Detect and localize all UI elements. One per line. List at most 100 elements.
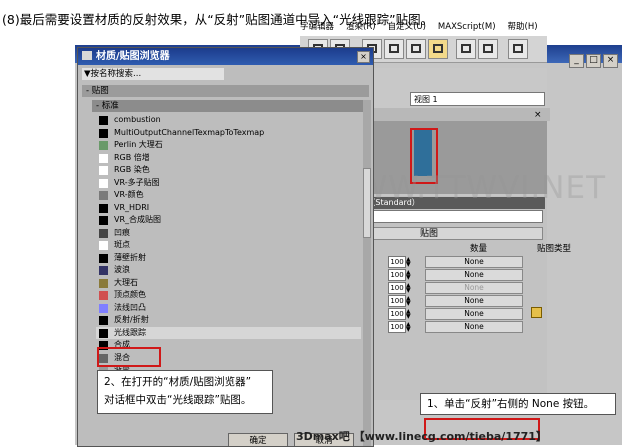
maximize-icon[interactable]: □ xyxy=(586,54,601,68)
amount-spinner[interactable]: 100 xyxy=(388,321,406,333)
map-swatch-icon xyxy=(99,153,108,163)
menu-item[interactable]: 字编辑器 xyxy=(300,22,334,32)
map-type-label: 薄壁折射 xyxy=(114,252,146,262)
view-dropdown[interactable]: 视图 1 xyxy=(410,92,545,106)
map-none-button[interactable]: None xyxy=(425,256,523,268)
spinner-arrows-icon[interactable]: ▲ ▼ xyxy=(406,257,411,268)
map-type-label: 反射/折射 xyxy=(114,315,149,324)
map-type-item[interactable]: Perlin 大理石 xyxy=(96,139,361,152)
map-swatch-icon xyxy=(99,141,108,150)
step2-line2: 对话框中双击“光线跟踪”贴图。 xyxy=(104,394,252,406)
map-swatch-icon xyxy=(99,278,108,288)
standard-group-header[interactable]: - 标准 xyxy=(92,100,363,112)
close-icon[interactable]: × xyxy=(534,110,542,120)
map-type-item[interactable]: MultiOutputChannelTexmapToTexmap xyxy=(96,127,361,140)
map-type-label: VR-多子贴图 xyxy=(114,177,160,187)
map-type-item[interactable]: 斑点 xyxy=(96,239,361,252)
amount-spinner[interactable]: 100 xyxy=(388,256,406,268)
map-swatch-icon xyxy=(99,303,108,313)
map-none-button[interactable]: None xyxy=(425,321,523,333)
close-icon[interactable]: × xyxy=(357,51,370,63)
close-icon[interactable]: × xyxy=(603,54,618,68)
map-type-item[interactable]: VR-颜色 xyxy=(96,189,361,202)
toolbar-button[interactable] xyxy=(406,39,426,59)
menu-item[interactable]: 渲染(R) xyxy=(346,22,376,32)
menu-item[interactable]: 自定义(U) xyxy=(388,22,426,32)
map-type-item[interactable]: VR_合成贴图 xyxy=(96,214,361,227)
map-type-label: RGB 染色 xyxy=(114,165,150,174)
map-type-item[interactable]: 凹痕 xyxy=(96,227,361,240)
spinner-arrows-icon[interactable]: ▲ ▼ xyxy=(406,309,411,320)
map-type-label: 法线凹凸 xyxy=(114,302,146,312)
map-type-item[interactable]: 反射/折射 xyxy=(96,314,361,327)
map-type-item[interactable]: RGB 染色 xyxy=(96,164,361,177)
amount-spinner[interactable]: 100 xyxy=(388,295,406,307)
raytrace-highlight-box xyxy=(97,347,161,367)
dialog-title: 材质/贴图浏览器 xyxy=(96,51,170,62)
maps-section-header[interactable]: - 贴图 xyxy=(82,85,369,97)
map-type-label: RGB 倍增 xyxy=(114,152,150,162)
list-scrollbar[interactable] xyxy=(363,100,371,446)
map-type-item[interactable]: combustion xyxy=(96,114,361,127)
map-swatch-icon xyxy=(99,203,108,213)
map-none-button[interactable]: None xyxy=(425,269,523,281)
map-type-item[interactable]: 薄壁折射 xyxy=(96,252,361,265)
spinner-arrows-icon[interactable]: ▲ ▼ xyxy=(406,322,411,333)
map-type-label: VR_HDRI xyxy=(114,202,150,212)
map-type-label: Perlin 大理石 xyxy=(114,140,163,149)
map-type-label: 斑点 xyxy=(114,240,130,249)
maps-rollout-label: 贴图 xyxy=(419,229,438,239)
map-none-button[interactable]: None xyxy=(425,295,523,307)
search-placeholder: 按名称搜索... xyxy=(90,69,142,79)
toolbar-button[interactable] xyxy=(456,39,476,59)
map-type-label: 凹痕 xyxy=(114,227,130,237)
menu-item[interactable]: MAXScript(M) xyxy=(438,22,496,32)
map-type-item[interactable]: RGB 倍增 xyxy=(96,152,361,165)
map-swatch-icon xyxy=(99,241,108,250)
map-type-item[interactable]: 光线跟踪 xyxy=(96,326,361,339)
map-type-label: VR_合成贴图 xyxy=(114,215,162,224)
scroll-thumb[interactable] xyxy=(363,168,371,238)
map-type-label: combustion xyxy=(114,115,161,124)
map-swatch-icon xyxy=(99,166,108,175)
menu-item[interactable]: 帮助(H) xyxy=(508,22,538,32)
toolbar-button[interactable] xyxy=(384,39,404,59)
site-footer: 3Dmax吧 【www.linecg.com/tieba/1771】 xyxy=(296,430,547,443)
map-swatch-icon xyxy=(99,216,108,225)
material-browser-button[interactable] xyxy=(428,39,448,59)
map-type-item[interactable]: VR_HDRI xyxy=(96,202,361,215)
map-type-item[interactable]: VR-多子贴图 xyxy=(96,177,361,190)
map-type-item[interactable]: 波浪 xyxy=(96,264,361,277)
map-type-label: 大理石 xyxy=(114,277,138,287)
map-swatch-icon xyxy=(99,178,108,188)
window-icon xyxy=(82,51,92,60)
map-type-item[interactable]: 法线凹凸 xyxy=(96,302,361,315)
map-type-item[interactable]: 顶点颜色 xyxy=(96,289,361,302)
spinner-arrows-icon[interactable]: ▲ ▼ xyxy=(406,283,411,294)
spinner-arrows-icon[interactable]: ▲ ▼ xyxy=(406,270,411,281)
window-controls: _ □ × xyxy=(567,47,618,68)
amount-spinner[interactable]: 100 xyxy=(388,282,406,294)
map-type-column-header: 贴图类型 xyxy=(537,244,572,254)
spinner-arrows-icon[interactable]: ▲ ▼ xyxy=(406,296,411,307)
map-none-button[interactable]: None xyxy=(425,308,523,320)
map-swatch-icon xyxy=(99,266,108,275)
map-none-button[interactable]: None xyxy=(425,282,523,294)
map-swatch-icon xyxy=(99,253,108,263)
map-swatch-icon xyxy=(99,291,108,300)
map-swatch-icon xyxy=(99,328,108,338)
map-type-label: 顶点颜色 xyxy=(114,290,146,299)
amount-spinner[interactable]: 100 xyxy=(388,308,406,320)
step2-callout: 2、在打开的“材质/贴图浏览器” 对话框中双击“光线跟踪”贴图。 xyxy=(97,370,273,414)
amount-spinner[interactable]: 100 xyxy=(388,269,406,281)
map-swatch-icon xyxy=(99,228,108,238)
map-type-item[interactable]: 大理石 xyxy=(96,277,361,290)
toolbar-button[interactable] xyxy=(508,39,528,59)
search-input[interactable]: ▼按名称搜索... xyxy=(82,68,224,80)
minimize-icon[interactable]: _ xyxy=(569,54,584,68)
amount-column-header: 数量 xyxy=(470,244,488,254)
lock-icon[interactable] xyxy=(531,307,542,318)
map-swatch-icon xyxy=(99,128,108,138)
step2-line1: 2、在打开的“材质/贴图浏览器” xyxy=(104,376,252,388)
toolbar-button[interactable] xyxy=(478,39,498,59)
